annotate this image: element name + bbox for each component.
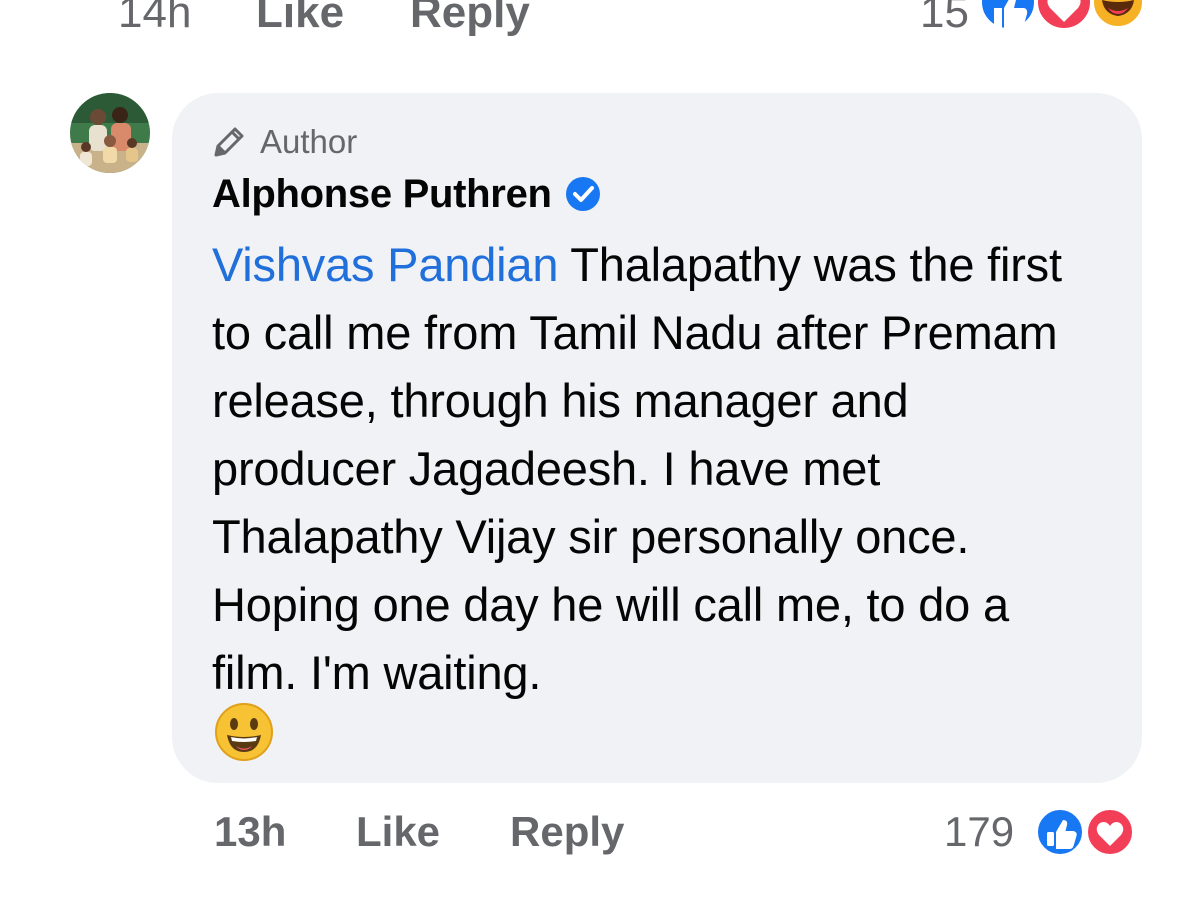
comment-body: Thalapathy was the first to call me from… [212, 238, 1062, 699]
love-icon [1034, 0, 1094, 32]
previous-reaction-count[interactable]: 15 [920, 0, 969, 38]
smiley-emoji [215, 703, 273, 761]
author-badge-label: Author [260, 123, 358, 160]
comment-actions: 13h Like Reply 179 [0, 800, 1200, 870]
like-icon [978, 0, 1038, 32]
comment-bubble: Author Alphonse Puthren Vishvas Pandian … [172, 93, 1142, 783]
like-button[interactable]: Like [356, 808, 440, 856]
love-icon [1084, 806, 1136, 858]
pen-icon [214, 127, 244, 157]
previous-comment-time: 14h [118, 0, 192, 37]
comment-time[interactable]: 13h [214, 808, 286, 856]
mention-link[interactable]: Vishvas Pandian [212, 238, 558, 291]
avatar-photo [70, 93, 150, 173]
comment-text: Vishvas Pandian Thalapathy was the first… [212, 231, 1102, 707]
previous-comment-actions: 14h Like Reply 15 [0, 0, 1200, 54]
author-avatar[interactable] [70, 93, 150, 173]
previous-like-button[interactable]: Like [256, 0, 344, 38]
author-badge: Author [212, 121, 357, 163]
author-name[interactable]: Alphonse Puthren [212, 172, 552, 217]
reply-button[interactable]: Reply [510, 808, 624, 856]
reaction-count[interactable]: 179 [944, 808, 1014, 856]
previous-reply-button[interactable]: Reply [410, 0, 530, 38]
like-icon [1034, 806, 1086, 858]
author-name-row: Alphonse Puthren [212, 169, 602, 219]
previous-reactions[interactable] [978, 0, 1148, 38]
verified-badge-icon [565, 177, 600, 211]
reaction-icons[interactable] [1030, 804, 1142, 860]
haha-icon [1090, 0, 1146, 30]
